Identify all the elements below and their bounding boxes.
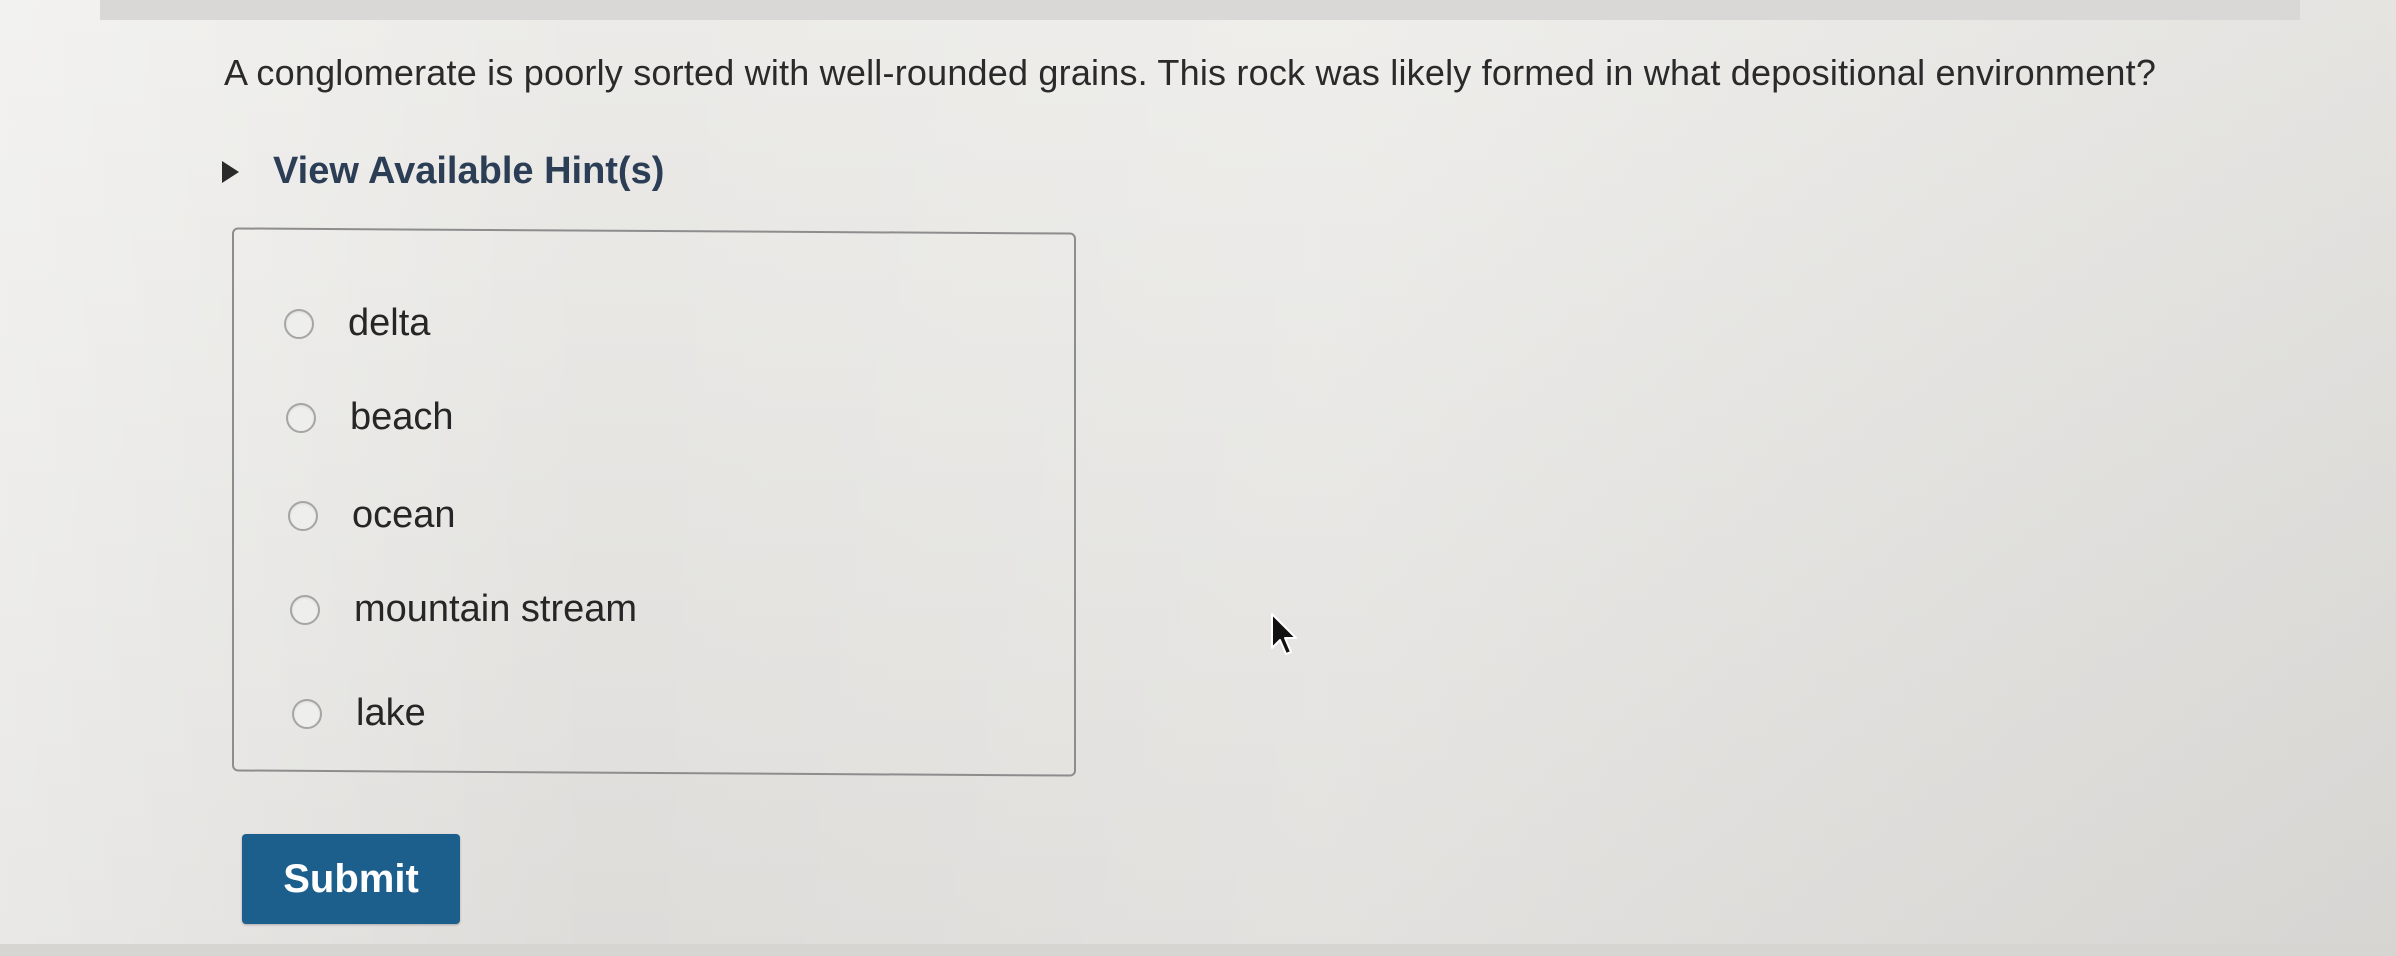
- option-ocean[interactable]: ocean: [288, 494, 456, 537]
- disclosure-triangle-icon: [222, 160, 239, 183]
- radio-button[interactable]: [292, 698, 322, 729]
- option-mountain-stream[interactable]: mountain stream: [290, 588, 637, 631]
- option-label: ocean: [352, 494, 456, 536]
- view-hints-toggle[interactable]: View Available Hint(s): [222, 150, 664, 193]
- radio-button[interactable]: [284, 308, 314, 339]
- mouse-pointer-icon: [1271, 613, 1297, 655]
- top-strip: [100, 0, 2300, 20]
- option-beach[interactable]: beach: [286, 396, 454, 439]
- option-lake[interactable]: lake: [292, 692, 426, 735]
- submit-button[interactable]: Submit: [242, 834, 460, 924]
- bottom-strip: [0, 944, 2396, 956]
- radio-button[interactable]: [288, 500, 318, 531]
- option-label: delta: [348, 302, 431, 344]
- option-label: lake: [356, 692, 426, 734]
- option-delta[interactable]: delta: [284, 302, 430, 345]
- radio-button[interactable]: [286, 402, 316, 433]
- view-hints-label: View Available Hint(s): [273, 150, 665, 192]
- question-text: A conglomerate is poorly sorted with wel…: [224, 52, 2157, 93]
- radio-button[interactable]: [290, 594, 320, 625]
- option-label: mountain stream: [354, 588, 638, 630]
- screen-background: A conglomerate is poorly sorted with wel…: [0, 0, 2396, 956]
- option-label: beach: [350, 396, 454, 438]
